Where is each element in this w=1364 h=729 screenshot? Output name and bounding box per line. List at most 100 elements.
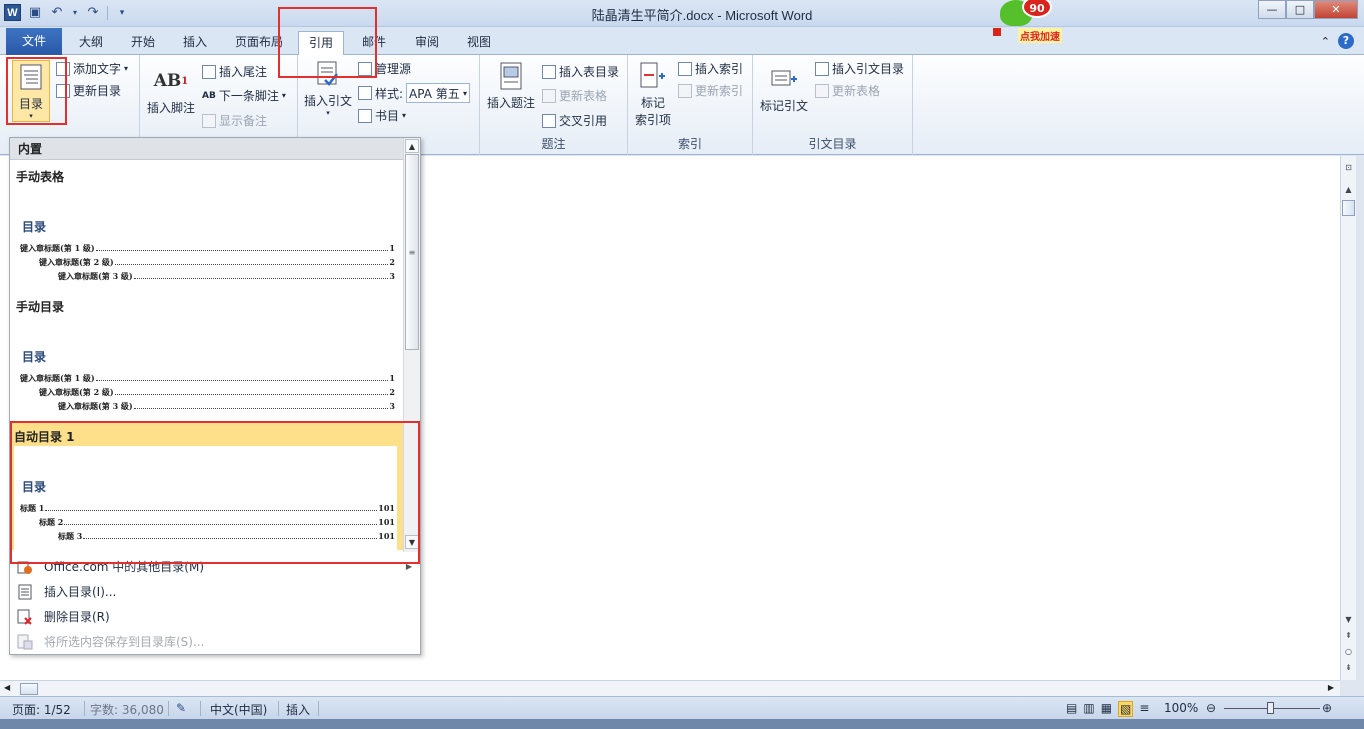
collapse-ribbon-icon[interactable]: ⌃: [1321, 35, 1330, 48]
zoom-slider-thumb[interactable]: [1267, 702, 1274, 714]
horizontal-scroll-thumb[interactable]: [20, 683, 38, 695]
insert-caption-label: 插入题注: [486, 96, 535, 110]
word-count[interactable]: 字数: 36,080: [90, 701, 164, 718]
gallery-scroll-down-icon[interactable]: ▼: [405, 535, 419, 549]
tab-references[interactable]: 引用: [298, 31, 345, 56]
vertical-scrollbar[interactable]: ⊡ ▲ ▼ ⇞ ○ ⇟: [1340, 156, 1356, 680]
group-index: 标记 索引项 插入索引 更新索引 索引: [628, 55, 753, 155]
tab-file[interactable]: 文件: [6, 28, 62, 55]
zoom-in-icon[interactable]: ⊕: [1322, 701, 1332, 715]
toc-option-automatic-1[interactable]: 自动目录 1 目录 标题 1 101 标题 2 101 标题 3 101: [10, 422, 403, 550]
manage-sources-button[interactable]: 管理源: [358, 60, 411, 77]
toc-preview-line: 键入章标题(第 3 级) 3: [58, 401, 395, 411]
scroll-right-icon[interactable]: ▶: [1328, 683, 1334, 692]
update-toc-icon: [56, 83, 70, 98]
status-bar: 页面: 1/52 字数: 36,080 ✎ 中文(中国) 插入 ▤ ▥ ▦ ▧ …: [0, 696, 1364, 719]
toc-button[interactable]: 目录 ▾: [12, 60, 50, 122]
web-layout-icon[interactable]: ▦: [1101, 701, 1112, 717]
insert-index-icon: [678, 61, 692, 76]
mark-citation-icon: [769, 63, 799, 95]
zoom-out-icon[interactable]: ⊖: [1206, 701, 1216, 715]
minimize-button[interactable]: —: [1258, 0, 1286, 19]
tab-review[interactable]: 审阅: [405, 31, 449, 55]
endnote-icon: [202, 64, 216, 79]
status-separator: [84, 701, 85, 716]
insert-index-label: 插入索引: [695, 62, 744, 76]
zoom-level[interactable]: 100%: [1164, 701, 1198, 715]
browse-object-icon[interactable]: ○: [1342, 646, 1355, 658]
mark-entry-button[interactable]: 标记 索引项: [632, 60, 674, 128]
next-footnote-button[interactable]: AB 下一条脚注 ▾: [202, 87, 286, 104]
insert-mode-indicator[interactable]: 插入: [286, 701, 310, 718]
document-icon: [16, 583, 34, 601]
gallery-section-header: 内置: [10, 138, 403, 160]
previous-page-icon[interactable]: ⇞: [1342, 630, 1355, 642]
tab-view[interactable]: 视图: [457, 31, 501, 55]
insert-index-button[interactable]: 插入索引: [678, 60, 743, 77]
update-toc-label: 更新目录: [73, 84, 122, 98]
menu-item-remove-toc[interactable]: 删除目录(R): [10, 604, 420, 629]
draft-view-icon[interactable]: ≡: [1139, 701, 1149, 717]
accelerator-mascot[interactable]: 90 点我加速: [992, 0, 1072, 48]
scroll-left-icon[interactable]: ◀: [4, 683, 10, 692]
maximize-button[interactable]: □: [1286, 0, 1314, 19]
menu-item-insert-toc[interactable]: 插入目录(I)...: [10, 579, 420, 604]
menu-item-save-selection: 将所选内容保存到目录库(S)...: [10, 629, 420, 654]
citation-style-select[interactable]: APA 第五 ▾: [406, 83, 471, 103]
insert-table-of-figures-button[interactable]: 插入表目录: [542, 63, 619, 80]
gallery-item-title: 手动目录: [16, 300, 65, 314]
tab-mailings[interactable]: 邮件: [352, 31, 396, 55]
tab-outline[interactable]: 大纲: [69, 31, 113, 55]
toc-option-manual-toc[interactable]: 手动目录 目录 键入章标题(第 1 级) 1 键入章标题(第 2 级) 2 键入章标…: [10, 292, 403, 420]
mark-citation-button[interactable]: 标记引文: [759, 63, 809, 114]
tab-page-layout[interactable]: 页面布局: [225, 31, 293, 55]
status-separator: [278, 701, 279, 716]
proofing-icon[interactable]: ✎: [176, 701, 186, 715]
citation-style-control: 样式: APA 第五 ▾: [358, 83, 471, 103]
print-layout-icon[interactable]: ▤: [1066, 701, 1077, 717]
close-button[interactable]: ✕: [1314, 0, 1358, 19]
status-separator: [200, 701, 201, 716]
gallery-scroll-thumb[interactable]: ≡: [405, 154, 419, 350]
update-table-button: 更新表格: [542, 87, 607, 104]
menu-item-label: 删除目录(R): [44, 610, 110, 624]
language-indicator[interactable]: 中文(中国): [210, 701, 267, 718]
insert-toa-button[interactable]: 插入引文目录: [815, 60, 904, 77]
toc-preview-heading: 目录: [22, 480, 47, 494]
ruler-toggle-icon[interactable]: ⊡: [1342, 162, 1355, 174]
insert-endnote-button[interactable]: 插入尾注: [202, 63, 267, 80]
next-page-icon[interactable]: ⇟: [1342, 662, 1355, 674]
insert-endnote-label: 插入尾注: [219, 65, 268, 79]
insert-citation-label: 插入引文: [303, 94, 352, 108]
update-toa-label: 更新表格: [832, 84, 881, 98]
insert-caption-button[interactable]: 插入题注: [484, 60, 538, 111]
tab-insert[interactable]: 插入: [173, 31, 217, 55]
vertical-scroll-thumb[interactable]: [1342, 200, 1355, 216]
horizontal-scrollbar[interactable]: ◀ ▶: [0, 680, 1340, 696]
help-icon[interactable]: ?: [1338, 33, 1354, 49]
cross-reference-button[interactable]: 交叉引用: [542, 112, 607, 129]
flag-icon: [993, 28, 1001, 36]
update-index-icon: [678, 83, 692, 98]
window-controls: — □ ✕: [1258, 0, 1358, 19]
insert-footnote-button[interactable]: AB 1 插入脚注: [146, 65, 196, 116]
toc-preview-line: 标题 1 101: [20, 503, 395, 513]
add-text-button[interactable]: 添加文字 ▾: [56, 60, 128, 77]
cross-reference-icon: [542, 113, 556, 128]
menu-item-more-from-office[interactable]: Office.com 中的其他目录(M) ▶: [10, 554, 420, 579]
toc-option-manual-table[interactable]: 手动表格 目录 键入章标题(第 1 级) 1 键入章标题(第 2 级) 2 键入章标…: [10, 162, 403, 290]
gallery-scroll-up-icon[interactable]: ▲: [405, 139, 419, 153]
scroll-down-icon[interactable]: ▼: [1342, 614, 1355, 626]
manage-sources-icon: [358, 61, 372, 76]
insert-citation-button[interactable]: 插入引文 ▾: [302, 58, 354, 117]
update-toc-button[interactable]: 更新目录: [56, 82, 121, 99]
bibliography-button[interactable]: 书目 ▾: [358, 107, 406, 124]
add-text-label: 添加文字: [73, 62, 122, 76]
toc-preview-line: 键入章标题(第 3 级) 3: [58, 271, 395, 281]
gallery-scrollbar[interactable]: ▲ ≡ ▼: [403, 138, 420, 552]
outline-view-icon[interactable]: ▧: [1118, 701, 1134, 717]
tab-home[interactable]: 开始: [121, 31, 165, 55]
scroll-up-icon[interactable]: ▲: [1342, 184, 1355, 196]
full-screen-reading-icon[interactable]: ▥: [1083, 701, 1094, 717]
page-count[interactable]: 页面: 1/52: [12, 701, 71, 718]
